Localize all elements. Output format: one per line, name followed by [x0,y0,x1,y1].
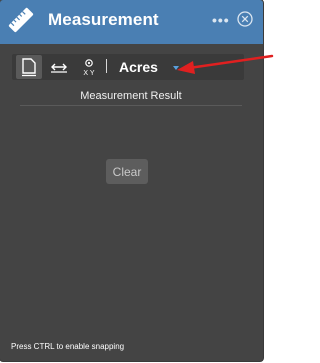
unit-selected-value: Acres [119,59,158,75]
ruler-icon [8,7,34,33]
measurement-result-heading: Measurement Result [80,90,182,102]
close-icon[interactable] [237,11,253,27]
more-options-icon[interactable]: ••• [212,12,230,28]
distance-tool-button[interactable] [46,55,72,79]
area-icon [22,58,36,77]
location-tool-label: X Y [83,70,94,77]
panel-header: Measurement ••• [0,0,263,44]
location-icon: X Y [83,59,95,77]
clear-button[interactable]: Clear [106,159,148,184]
divider [20,105,242,106]
chevron-down-icon [173,66,179,70]
distance-icon [51,63,67,73]
measurement-panel: Measurement ••• X Y Acres Measurement Re… [0,0,263,361]
toolbar-separator [106,59,107,73]
snapping-hint: Press CTRL to enable snapping [11,342,125,351]
unit-dropdown[interactable]: Acres [117,57,183,77]
measurement-toolbar: X Y Acres [12,54,244,80]
panel-title: Measurement [48,10,159,29]
location-tool-button[interactable]: X Y [76,55,102,79]
area-tool-button[interactable] [16,55,42,79]
